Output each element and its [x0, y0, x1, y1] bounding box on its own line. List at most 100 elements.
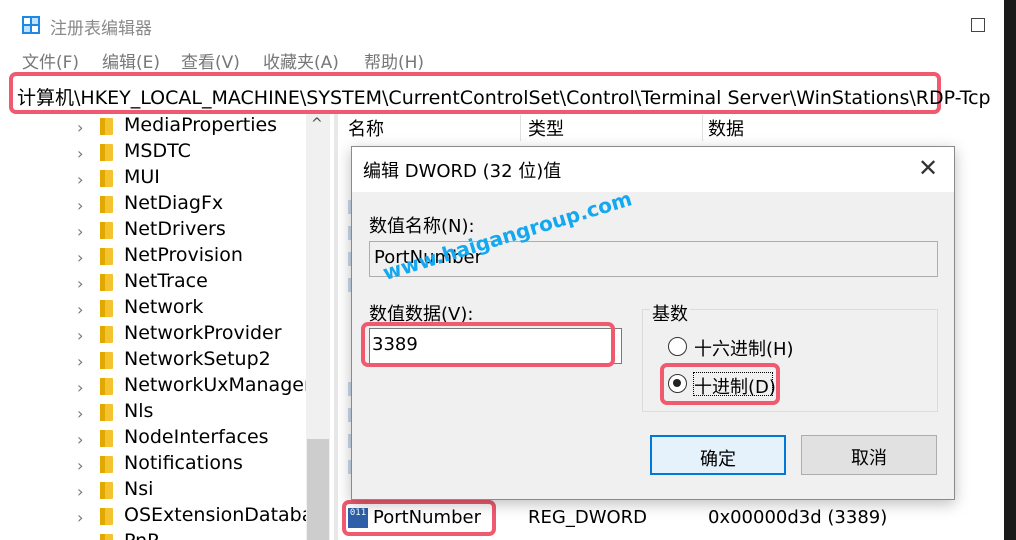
- folder-icon: [100, 274, 113, 291]
- tree-item[interactable]: › Nsi: [0, 478, 310, 504]
- tree-item-label: NetworkSetup2: [124, 348, 271, 370]
- chevron-right-icon[interactable]: ›: [77, 196, 83, 215]
- menu-file[interactable]: 文件(F): [22, 48, 79, 73]
- window-edge: [1004, 0, 1016, 540]
- menu-favorites[interactable]: 收藏夹(A): [263, 48, 339, 73]
- chevron-right-icon[interactable]: ›: [77, 118, 83, 137]
- chevron-right-icon[interactable]: ›: [77, 534, 83, 540]
- tree-item-label: NetProvision: [124, 244, 243, 266]
- menu-view[interactable]: 查看(V): [181, 48, 240, 73]
- folder-icon: [100, 508, 113, 525]
- tree-item[interactable]: › NetworkSetup2: [0, 348, 310, 374]
- chevron-right-icon[interactable]: ›: [77, 170, 83, 189]
- folder-icon: [100, 534, 113, 540]
- annotation-highlight-box: [361, 322, 615, 367]
- chevron-right-icon[interactable]: ›: [77, 378, 83, 397]
- tree-item-label: Notifications: [124, 452, 243, 474]
- value-type-cell: REG_DWORD: [528, 507, 648, 528]
- tree-item-label: NetworkUxManager: [124, 374, 312, 396]
- folder-icon: [100, 248, 113, 265]
- tree-item-label: NetworkProvider: [124, 322, 282, 344]
- folder-icon: [100, 222, 113, 239]
- tree-item[interactable]: › MediaProperties: [0, 114, 310, 140]
- base-group-label: 基数: [650, 300, 690, 326]
- tree-scrollbar-thumb[interactable]: [307, 439, 329, 540]
- hex-radio-label[interactable]: 十六进制(H): [694, 335, 794, 361]
- menu-edit[interactable]: 编辑(E): [102, 48, 160, 73]
- tree-item[interactable]: › MSDTC: [0, 140, 310, 166]
- tree-item-label: NodeInterfaces: [124, 426, 269, 448]
- folder-icon: [100, 404, 113, 421]
- folder-icon: [100, 170, 113, 187]
- value-name-label: 数值名称(N):: [369, 216, 475, 237]
- column-header-type[interactable]: 类型: [528, 115, 564, 141]
- tree-item-label: MUI: [124, 166, 160, 188]
- tree-item-label: NetTrace: [124, 270, 208, 292]
- tree-item-label: MSDTC: [124, 140, 191, 162]
- tree-item[interactable]: › NetDiagFx: [0, 192, 310, 218]
- tree-item-label: Nsi: [124, 478, 154, 500]
- annotation-highlight-box: [660, 363, 780, 405]
- column-header-data[interactable]: 数据: [708, 115, 744, 141]
- scroll-up-arrow-icon[interactable]: ^: [311, 116, 323, 132]
- tree-item-label: Network: [124, 296, 204, 318]
- close-icon[interactable]: ✕: [918, 154, 938, 182]
- address-path[interactable]: 计算机\HKEY_LOCAL_MACHINE\SYSTEM\CurrentCon…: [17, 83, 991, 110]
- tree-item-label: OSExtensionDatabase: [124, 504, 330, 526]
- chevron-right-icon[interactable]: ›: [77, 352, 83, 371]
- dialog-title: 编辑 DWORD (32 位)值: [363, 161, 562, 182]
- column-header-name[interactable]: 名称: [348, 115, 384, 141]
- registry-tree: › MediaProperties › MSDTC › MUI › NetDiagFx …: [0, 114, 330, 540]
- cancel-button[interactable]: 取消: [801, 435, 937, 475]
- folder-icon: [100, 144, 113, 161]
- tree-item[interactable]: › NetworkProvider: [0, 322, 310, 348]
- value-data-cell: 0x00000d3d (3389): [708, 507, 888, 528]
- chevron-right-icon[interactable]: ›: [77, 404, 83, 423]
- cancel-button-label: 取消: [851, 448, 887, 469]
- tree-item-label: NetDrivers: [124, 218, 226, 240]
- tree-item[interactable]: › NetworkUxManager: [0, 374, 312, 400]
- chevron-right-icon[interactable]: ›: [77, 248, 83, 267]
- pane-splitter[interactable]: [334, 114, 338, 540]
- folder-icon: [100, 430, 113, 447]
- window-title: 注册表编辑器: [50, 19, 152, 39]
- chevron-right-icon[interactable]: ›: [77, 300, 83, 319]
- annotation-highlight-box: [342, 500, 496, 536]
- folder-icon: [100, 118, 113, 135]
- tree-item[interactable]: › NodeInterfaces: [0, 426, 310, 452]
- tree-item[interactable]: › NetProvision: [0, 244, 310, 270]
- chevron-right-icon[interactable]: ›: [77, 456, 83, 475]
- chevron-right-icon[interactable]: ›: [77, 482, 83, 501]
- chevron-right-icon[interactable]: ›: [77, 430, 83, 449]
- regedit-app-icon: [22, 16, 40, 34]
- tree-item[interactable]: › Network: [0, 296, 310, 322]
- tree-item[interactable]: › Nls: [0, 400, 310, 426]
- tree-item-label: MediaProperties: [124, 114, 278, 136]
- ok-button[interactable]: 确定: [650, 435, 786, 475]
- hex-radio[interactable]: [668, 337, 687, 356]
- chevron-right-icon[interactable]: ›: [77, 274, 83, 293]
- folder-icon: [100, 378, 113, 395]
- chevron-right-icon[interactable]: ›: [77, 222, 83, 241]
- menu-help[interactable]: 帮助(H): [364, 48, 424, 73]
- column-divider[interactable]: [702, 115, 703, 141]
- folder-icon: [100, 456, 113, 473]
- chevron-right-icon[interactable]: ›: [77, 144, 83, 163]
- folder-icon: [100, 196, 113, 213]
- folder-icon: [100, 326, 113, 343]
- tree-item-label: Nls: [124, 400, 154, 422]
- tree-item[interactable]: › OSExtensionDatabase: [0, 504, 330, 530]
- maximize-button[interactable]: [971, 18, 985, 32]
- chevron-right-icon[interactable]: ›: [77, 508, 83, 527]
- title-bar: [0, 0, 1016, 50]
- tree-item[interactable]: › PnP: [0, 530, 310, 540]
- folder-icon: [100, 352, 113, 369]
- tree-item[interactable]: › NetDrivers: [0, 218, 310, 244]
- column-divider[interactable]: [520, 115, 521, 141]
- tree-item[interactable]: › NetTrace: [0, 270, 310, 296]
- address-bar[interactable]: 计算机\HKEY_LOCAL_MACHINE\SYSTEM\CurrentCon…: [9, 72, 991, 114]
- tree-item[interactable]: › Notifications: [0, 452, 310, 478]
- chevron-right-icon[interactable]: ›: [77, 326, 83, 345]
- tree-item[interactable]: › MUI: [0, 166, 310, 192]
- ok-button-label: 确定: [700, 449, 736, 470]
